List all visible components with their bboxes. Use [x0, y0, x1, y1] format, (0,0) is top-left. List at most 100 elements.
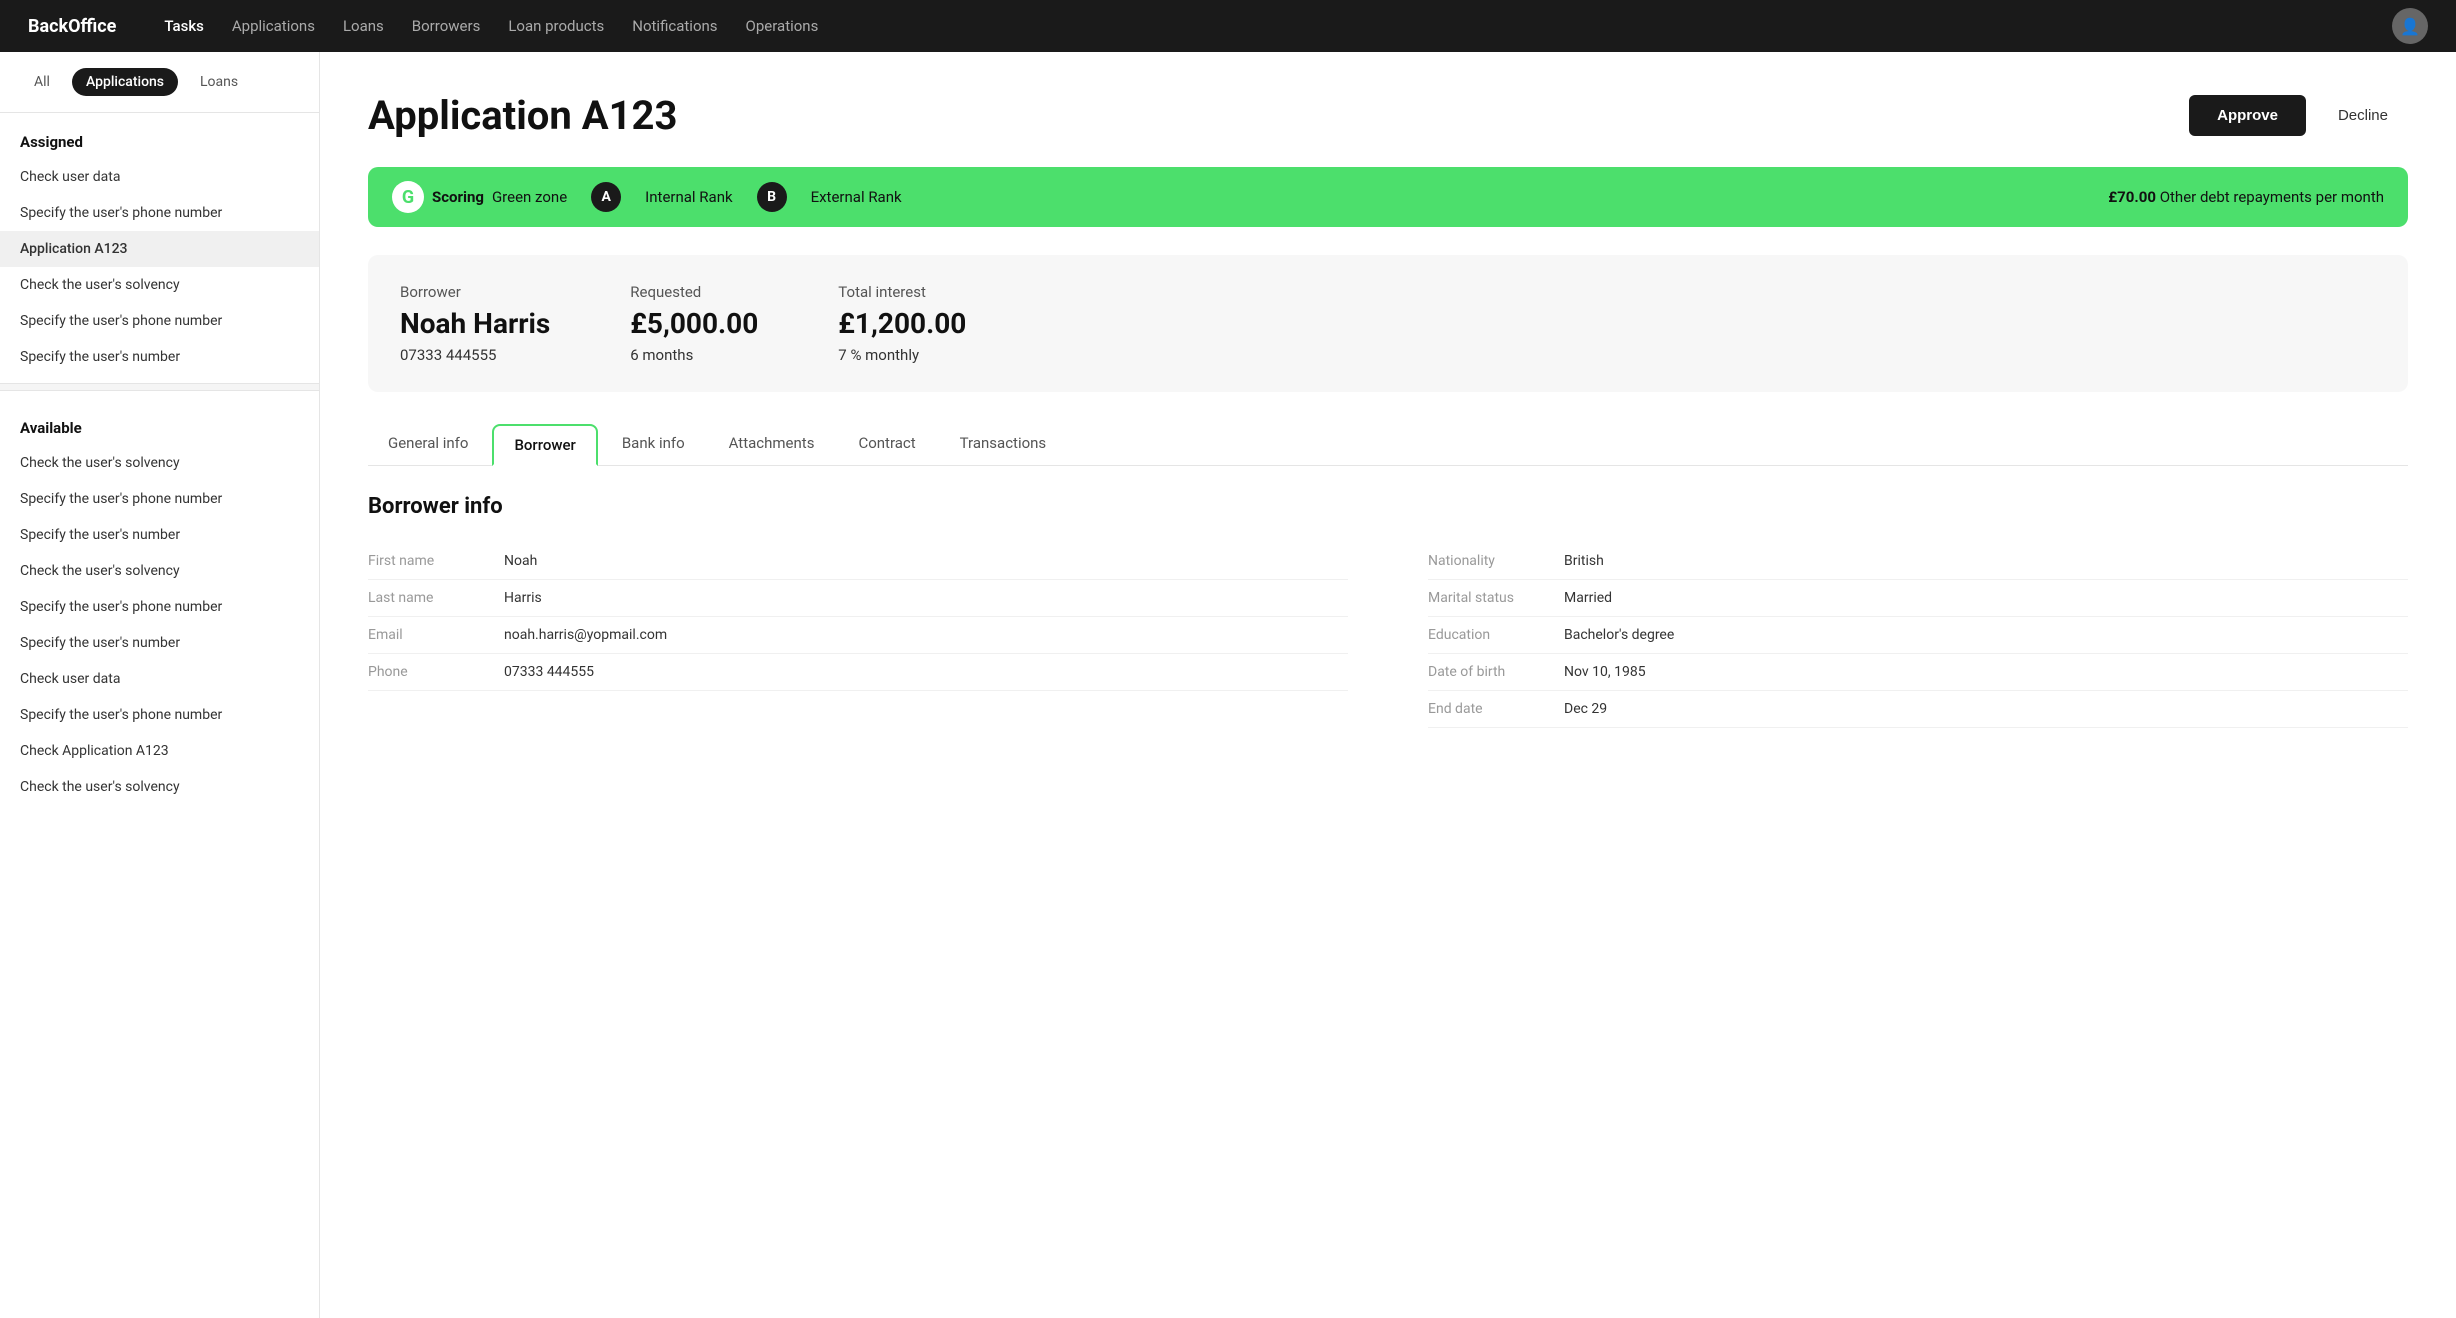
assigned-item[interactable]: Check user data: [0, 159, 319, 195]
field-value: Noah: [504, 553, 537, 569]
available-item[interactable]: Check user data: [0, 661, 319, 697]
scoring-logo: G Scoring Green zone: [392, 181, 567, 213]
header-actions: Approve Decline: [2189, 95, 2408, 136]
field-row: Last name Harris: [368, 580, 1348, 617]
debt-amount: £70.00: [2108, 188, 2156, 206]
available-item[interactable]: Specify the user's number: [0, 517, 319, 553]
nav-link-applications[interactable]: Applications: [232, 17, 315, 35]
content-tab-bank-info[interactable]: Bank info: [602, 424, 705, 465]
sidebar-tab-all[interactable]: All: [20, 68, 64, 96]
requested-label: Requested: [630, 283, 758, 301]
available-item[interactable]: Check Application A123: [0, 733, 319, 769]
available-item[interactable]: Specify the user's phone number: [0, 697, 319, 733]
available-item[interactable]: Specify the user's phone number: [0, 589, 319, 625]
field-row: Education Bachelor's degree: [1428, 617, 2408, 654]
scoring-label: Scoring: [432, 188, 484, 206]
field-label: First name: [368, 553, 488, 569]
field-value: Dec 29: [1564, 701, 1607, 717]
content-tab-general-info[interactable]: General info: [368, 424, 488, 465]
requested-amount: £5,000.00: [630, 307, 758, 340]
borrower-name: Noah Harris: [400, 307, 550, 340]
nav-link-tasks[interactable]: Tasks: [164, 17, 204, 35]
field-row: Phone 07333 444555: [368, 654, 1348, 691]
assigned-item[interactable]: Application A123: [0, 231, 319, 267]
field-row: Nationality British: [1428, 543, 2408, 580]
borrower-group: Borrower Noah Harris 07333 444555: [400, 283, 550, 364]
requested-group: Requested £5,000.00 6 months: [630, 283, 758, 364]
debt-label-text: Other debt repayments per month: [2160, 188, 2384, 206]
nav-link-loans[interactable]: Loans: [343, 17, 384, 35]
field-value: Married: [1564, 590, 1612, 606]
requested-duration: 6 months: [630, 346, 758, 364]
field-value: Bachelor's degree: [1564, 627, 1674, 643]
borrower-info-title: Borrower info: [368, 494, 2408, 519]
assigned-item[interactable]: Specify the user's phone number: [0, 195, 319, 231]
brand-logo: BackOffice: [28, 16, 116, 37]
sidebar-tab-applications[interactable]: Applications: [72, 68, 178, 96]
nav-links: Tasks Applications Loans Borrowers Loan prod…: [164, 17, 2360, 35]
sidebar-tab-loans[interactable]: Loans: [186, 68, 252, 96]
scoring-zone: Green zone: [492, 188, 567, 206]
field-label: Marital status: [1428, 590, 1548, 606]
field-row: Email noah.harris@yopmail.com: [368, 617, 1348, 654]
assigned-item[interactable]: Specify the user's number: [0, 339, 319, 375]
field-row: Marital status Married: [1428, 580, 2408, 617]
assigned-section-label: Assigned: [0, 113, 319, 159]
field-value: Harris: [504, 590, 542, 606]
field-label: Last name: [368, 590, 488, 606]
total-interest-amount: £1,200.00: [838, 307, 966, 340]
field-row: Date of birth Nov 10, 1985: [1428, 654, 2408, 691]
available-section-label: Available: [0, 399, 319, 445]
borrower-right-col: Nationality British Marital status Married E…: [1428, 543, 2408, 728]
field-label: Date of birth: [1428, 664, 1548, 680]
borrower-info-section: Borrower info First name Noah Last name Har…: [368, 494, 2408, 728]
content-tab-contract[interactable]: Contract: [838, 424, 935, 465]
content-tab-attachments[interactable]: Attachments: [709, 424, 835, 465]
field-label: Phone: [368, 664, 488, 680]
sidebar-divider: [0, 383, 319, 391]
borrower-label: Borrower: [400, 283, 550, 301]
approve-button[interactable]: Approve: [2189, 95, 2306, 136]
decline-button[interactable]: Decline: [2318, 95, 2408, 136]
sidebar: All Applications Loans Assigned Check user…: [0, 52, 320, 1318]
field-value: noah.harris@yopmail.com: [504, 627, 667, 643]
scoring-banner: G Scoring Green zone A Internal Rank B E…: [368, 167, 2408, 227]
total-interest-group: Total interest £1,200.00 7 % monthly: [838, 283, 966, 364]
content-tab-borrower[interactable]: Borrower: [492, 424, 597, 466]
field-value: Nov 10, 1985: [1564, 664, 1646, 680]
content-tabs: General infoBorrowerBank infoAttachments…: [368, 424, 2408, 466]
internal-rank-label: Internal Rank: [645, 188, 732, 206]
nav-link-operations[interactable]: Operations: [746, 17, 819, 35]
external-rank-label: External Rank: [811, 188, 902, 206]
field-label: Education: [1428, 627, 1548, 643]
field-label: Email: [368, 627, 488, 643]
borrower-phone: 07333 444555: [400, 346, 550, 364]
content-tab-transactions[interactable]: Transactions: [940, 424, 1067, 465]
assigned-item[interactable]: Specify the user's phone number: [0, 303, 319, 339]
page-title: Application A123: [368, 92, 677, 139]
available-item[interactable]: Specify the user's number: [0, 625, 319, 661]
user-avatar[interactable]: 👤: [2392, 8, 2428, 44]
available-items-list: Check the user's solvencySpecify the use…: [0, 445, 319, 805]
field-value: 07333 444555: [504, 664, 594, 680]
internal-rank-badge: A: [591, 182, 621, 212]
available-item[interactable]: Check the user's solvency: [0, 553, 319, 589]
available-item[interactable]: Specify the user's phone number: [0, 481, 319, 517]
nav-link-borrowers[interactable]: Borrowers: [412, 17, 481, 35]
assigned-item[interactable]: Check the user's solvency: [0, 267, 319, 303]
available-item[interactable]: Check the user's solvency: [0, 445, 319, 481]
field-value: British: [1564, 553, 1604, 569]
available-item[interactable]: Check the user's solvency: [0, 769, 319, 805]
top-navigation: BackOffice Tasks Applications Loans Borrowe…: [0, 0, 2456, 52]
nav-link-loan-products[interactable]: Loan products: [508, 17, 604, 35]
external-rank-badge: B: [757, 182, 787, 212]
google-scoring-icon: G: [392, 181, 424, 213]
assigned-items-list: Check user dataSpecify the user's phone …: [0, 159, 319, 375]
field-row: End dateDec 29: [1428, 691, 2408, 728]
nav-link-notifications[interactable]: Notifications: [632, 17, 717, 35]
field-label: Nationality: [1428, 553, 1548, 569]
summary-card: Borrower Noah Harris 07333 444555 Reques…: [368, 255, 2408, 392]
field-row: First name Noah: [368, 543, 1348, 580]
borrower-info-grid: First name Noah Last name Harris Email noah.h…: [368, 543, 2408, 728]
debt-info: £70.00 Other debt repayments per month: [2108, 188, 2384, 206]
